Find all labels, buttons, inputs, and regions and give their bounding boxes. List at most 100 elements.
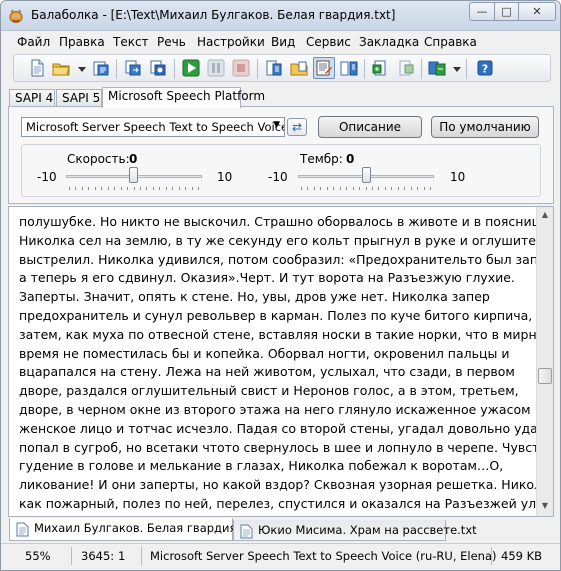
slider-tick (107, 187, 109, 190)
description-button[interactable]: Описание (318, 116, 422, 138)
slider-tick (307, 187, 309, 190)
slider-tick (352, 187, 354, 190)
menu-help[interactable]: Справка (424, 35, 477, 49)
edit-text-icon[interactable] (313, 57, 335, 79)
voice-select[interactable]: Microsoft Server Speech Text to Speech V… (21, 117, 285, 137)
chevron-down-icon: ▼ (273, 120, 280, 130)
dictionary-icon[interactable] (340, 59, 358, 77)
maximize-button[interactable]: □ (494, 2, 519, 21)
default-button[interactable]: По умолчанию (431, 116, 539, 138)
open-dropdown-icon[interactable] (73, 59, 86, 77)
text-line: полушубке. Но никто не выскочил. Страшно… (19, 214, 554, 229)
text-line: время не поместилась бы и копейка. Оборв… (19, 345, 510, 361)
stop-icon[interactable] (232, 59, 250, 77)
export-icon[interactable] (124, 59, 142, 77)
menu-bookmark[interactable]: Закладка (359, 35, 419, 49)
read-clipboard-icon[interactable] (265, 59, 283, 77)
text-line: женское лицо и тотчас исчезло. Падая со … (19, 420, 554, 436)
pause-icon[interactable] (207, 59, 225, 77)
slider-tick (371, 187, 373, 190)
text-line: а теперь я его сдвинул. Оказия».Черт. И … (19, 270, 515, 286)
status-file-size: 459 KB (501, 549, 543, 563)
text-line: предохранитель и сунул револьвер в карма… (19, 307, 544, 323)
tab-sapi-4[interactable]: SAPI 4 (9, 89, 55, 107)
menu-text[interactable]: Текст (113, 35, 149, 49)
scroll-up-icon[interactable]: ▲ (539, 210, 551, 222)
rate-value: 0 (129, 152, 138, 166)
menu-edit[interactable]: Правка (59, 35, 105, 49)
slider-tick (333, 187, 335, 190)
slider-tick (94, 187, 96, 190)
help-icon[interactable]: ? (476, 59, 494, 77)
window-title: Балаболка - [E:\Text\Михаил Булгаков. Бе… (31, 8, 396, 22)
minimize-button[interactable]: — (469, 2, 495, 21)
balabolka-logo-icon (9, 9, 23, 23)
text-editor[interactable]: полушубке. Но никто не выскочил. Страшно… (8, 206, 554, 517)
menu-service[interactable]: Сервис (306, 35, 351, 49)
speak-file-icon[interactable] (372, 59, 390, 77)
slider-tick (127, 187, 129, 190)
doc-tab-label: Юкио Мисима. Храм на рассвете.txt (258, 523, 477, 537)
slider-tick (365, 187, 367, 190)
text-line: ликование! И они заперты, но какой вздор… (19, 477, 554, 493)
slider-tick (69, 187, 70, 190)
text-line: как пожарный, полез по ней, перелез, спу… (19, 495, 554, 511)
slider-tick (88, 187, 90, 190)
menu-file[interactable]: Файл (17, 35, 50, 49)
app-window: Балаболка - [E:\Text\Михаил Булгаков. Бе… (0, 0, 561, 571)
convert-icon[interactable] (149, 59, 167, 77)
close-button[interactable]: ✕ (518, 2, 556, 21)
text-file-icon (16, 522, 29, 537)
menu-speech[interactable]: Речь (157, 35, 186, 49)
split-file-icon[interactable] (397, 59, 415, 77)
scroll-down-icon[interactable]: ▼ (539, 501, 551, 513)
text-line: выстрелил. Николка удивился, потом сообр… (19, 251, 554, 267)
doc-tab-label: Михаил Булгаков. Белая гвардия.txt (34, 521, 256, 535)
slider-tick (165, 187, 167, 190)
slider-tick (120, 187, 122, 190)
slider-tick (172, 187, 174, 190)
status-position: 3645: (81, 549, 115, 563)
slider-tick (391, 187, 393, 190)
slider-tick (198, 187, 199, 190)
menu-view[interactable]: Вид (271, 35, 295, 49)
text-editor-content[interactable]: полушубке. Но никто не выскочил. Страшно… (19, 213, 554, 514)
slider-tick (114, 187, 116, 190)
doc-tab-belaya-gvardiya[interactable]: Михаил Булгаков. Белая гвардия.txt (9, 518, 256, 541)
batch-convert-icon[interactable] (428, 59, 446, 77)
rate-min-label: -10 (37, 170, 57, 184)
status-zoom: 55% (25, 549, 51, 563)
slider-tick (384, 187, 386, 190)
slider-tick (185, 187, 187, 190)
options-dropdown-icon[interactable] (448, 59, 461, 77)
rate-slider-thumb[interactable] (129, 167, 138, 183)
play-icon[interactable] (182, 59, 200, 77)
svg-text:?: ? (482, 63, 488, 76)
slider-tick (339, 187, 341, 190)
doc-tab-hram-na-rassvete[interactable]: Юкио Мисима. Храм на рассвете.txt (233, 520, 477, 541)
scrollbar-thumb[interactable] (538, 368, 552, 384)
slider-tick (133, 187, 135, 190)
save-audio-icon[interactable] (92, 59, 110, 77)
slider-tick (404, 187, 406, 190)
document-tab-strip: Михаил Булгаков. Белая гвардия.txt Юкио … (1, 518, 560, 542)
toolbar: ? (13, 54, 551, 82)
vertical-scrollbar[interactable]: ▲ ▼ (536, 207, 553, 516)
tab-microsoft-speech-platform[interactable]: Microsoft Speech Platform (102, 87, 265, 108)
status-line: 1 (118, 549, 126, 563)
folder-text-icon[interactable] (290, 59, 308, 77)
new-document-icon[interactable] (28, 59, 46, 77)
text-line: Николка сел на землю, в ту же секунду ег… (19, 232, 554, 248)
text-file-icon (240, 524, 253, 539)
text-line: дворе, раздался оглушительный свист и Не… (19, 383, 519, 399)
open-folder-icon[interactable] (52, 59, 70, 77)
slider-tick (410, 187, 412, 190)
slider-tick (397, 187, 399, 190)
pitch-slider-thumb[interactable] (362, 167, 371, 183)
tab-sapi-5[interactable]: SAPI 5 (56, 89, 102, 107)
rate-label: Скорость: (67, 152, 130, 166)
menu-bar: Файл Правка Текст Речь Настройки Вид Сер… (1, 31, 560, 53)
refresh-voices-button[interactable]: ⇄ (287, 118, 307, 136)
slider-tick (378, 187, 380, 190)
menu-settings[interactable]: Настройки (197, 35, 265, 49)
